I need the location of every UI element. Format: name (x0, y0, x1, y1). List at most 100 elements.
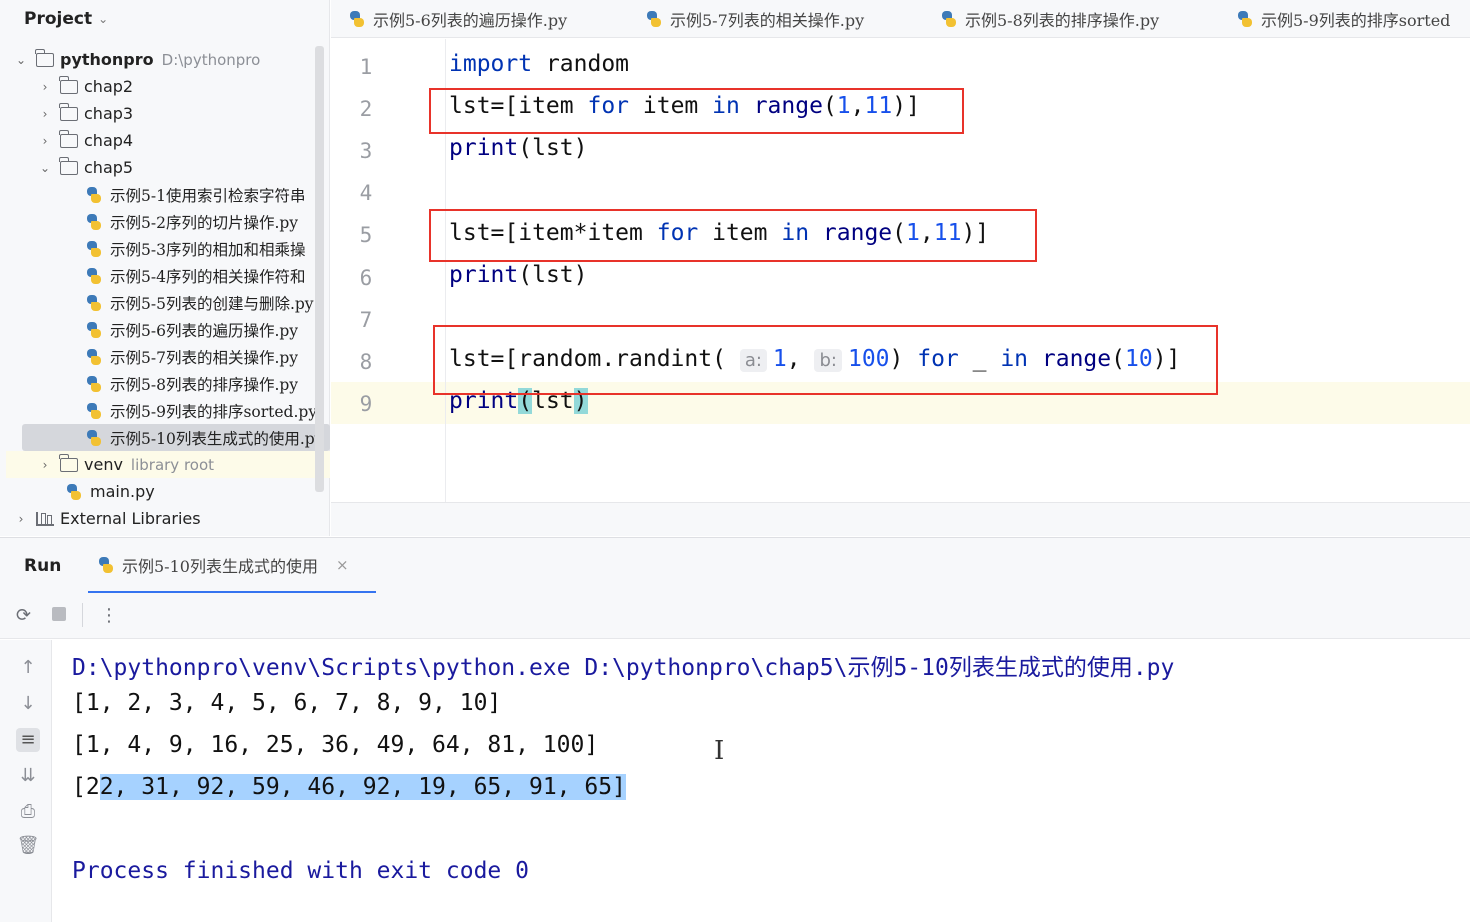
run-tool-window-header: Run 示例5-10列表生成式的使用 × (0, 537, 1470, 594)
tree-item-label: 示例5-10列表生成式的使用.py (110, 429, 324, 448)
tree-item-chap5[interactable]: ⌄ chap5 (6, 154, 330, 181)
rerun-icon[interactable]: ⟳ (16, 605, 31, 626)
tree-item-label: chap5 (84, 158, 134, 177)
tree-item-label: pythonpro (60, 50, 154, 69)
folder-icon (59, 156, 78, 175)
tree-item-chap4[interactable]: › chap4 (6, 127, 330, 154)
folder-icon (59, 129, 78, 148)
code-line-3: print(lst) (449, 135, 588, 161)
tab-label: 示例5-6列表的遍历操作.py (373, 11, 568, 30)
editor-tab[interactable]: 示例5-6列表的遍历操作.py (349, 0, 568, 37)
tab-label: 示例5-9列表的排序sorted (1261, 11, 1451, 30)
tab-label: 示例5-8列表的排序操作.py (965, 11, 1160, 30)
line-number: 3 (359, 139, 373, 163)
project-tree: ⌄ pythonpro D:\pythonpro › chap2 › chap3… (6, 46, 330, 536)
chevron-down-icon[interactable]: ⌄ (14, 53, 28, 67)
line-number: 5 (359, 223, 373, 247)
project-view-selector[interactable]: Project ⌄ (0, 0, 330, 38)
project-tool-window: Project ⌄ ⌄ pythonpro D:\pythonpro › cha… (0, 0, 330, 536)
editor-tab[interactable]: 示例5-7列表的相关操作.py (646, 0, 865, 37)
run-toolbar: ⟳ ⋮ (0, 593, 1470, 639)
tree-item-file[interactable]: 示例5-9列表的排序sorted.py (6, 397, 330, 424)
soft-wrap-icon[interactable]: ≡ (16, 728, 40, 752)
tree-item-label: chap2 (84, 77, 134, 96)
tab-label: 示例5-7列表的相关操作.py (670, 11, 865, 30)
editor-tab-bar: 示例5-6列表的遍历操作.py 示例5-7列表的相关操作.py 示例5-8列表的… (331, 0, 1470, 38)
chevron-right-icon[interactable]: › (38, 134, 52, 148)
console-command-line: D:\pythonpro\venv\Scripts\python.exe D:\… (72, 655, 1175, 681)
tree-item-chap3[interactable]: › chap3 (6, 100, 330, 127)
tree-item-label: 示例5-9列表的排序sorted.py (110, 402, 318, 421)
tree-item-pythonpro[interactable]: ⌄ pythonpro D:\pythonpro (6, 46, 330, 73)
chevron-down-icon[interactable]: ⌄ (38, 161, 52, 175)
tree-scrollbar[interactable] (315, 46, 324, 492)
python-file-icon (1237, 11, 1253, 27)
chevron-right-icon[interactable]: › (38, 107, 52, 121)
tree-item-file-selected[interactable]: 示例5-10列表生成式的使用.py (22, 424, 330, 451)
line-number: 1 (359, 55, 373, 79)
python-file-icon (86, 186, 102, 203)
tree-item-file[interactable]: 示例5-5列表的创建与删除.py (6, 289, 330, 316)
more-options-icon[interactable]: ⋮ (100, 605, 118, 626)
console-exit-line: Process finished with exit code 0 (72, 858, 529, 884)
python-file-icon (86, 321, 102, 338)
tree-item-label: 示例5-6列表的遍历操作.py (110, 321, 299, 340)
tree-item-label: venv (84, 455, 123, 474)
code-line-1: import random (449, 51, 630, 77)
chevron-right-icon[interactable]: › (38, 80, 52, 94)
tree-item-file[interactable]: 示例5-1使用索引检索字符串 (6, 181, 330, 208)
tree-item-file[interactable]: 示例5-2序列的切片操作.py (6, 208, 330, 235)
i-beam-cursor-icon: I (714, 736, 725, 766)
tree-item-file[interactable]: 示例5-3序列的相加和相乘操 (6, 235, 330, 262)
tree-item-file[interactable]: 示例5-6列表的遍历操作.py (6, 316, 330, 343)
python-file-icon (66, 483, 82, 500)
scroll-down-icon[interactable]: ↓ (16, 692, 40, 716)
python-file-icon (86, 348, 102, 365)
python-file-icon (98, 556, 114, 573)
tree-item-file[interactable]: 示例5-8列表的排序操作.py (6, 370, 330, 397)
code-editor[interactable]: 1 2 3 4 5 6 7 8 9 import random lst=[ite… (331, 39, 1470, 502)
print-icon[interactable]: ⎙ (16, 800, 40, 824)
trash-icon[interactable]: 🗑 (16, 834, 40, 858)
tree-item-external-libraries[interactable]: › External Libraries (6, 505, 330, 532)
python-file-icon (646, 11, 662, 27)
python-file-icon (86, 429, 102, 446)
tree-item-file[interactable]: 示例5-7列表的相关操作.py (6, 343, 330, 370)
editor-tab[interactable]: 示例5-8列表的排序操作.py (941, 0, 1160, 37)
run-config-tab[interactable]: 示例5-10列表生成式的使用 × (88, 538, 376, 594)
code-line-6: print(lst) (449, 262, 588, 288)
console-output-line: [22, 31, 92, 59, 46, 92, 19, 65, 91, 65] (72, 774, 626, 800)
close-icon[interactable]: × (336, 556, 349, 574)
run-title: Run (24, 556, 62, 576)
folder-icon (59, 453, 78, 472)
python-file-icon (86, 402, 102, 419)
run-tab-label: 示例5-10列表生成式的使用 (122, 556, 318, 576)
tree-item-file[interactable]: 示例5-4序列的相关操作符和 (6, 262, 330, 289)
chevron-right-icon[interactable]: › (14, 512, 28, 526)
line-number: 9 (359, 392, 373, 416)
annotation-box-line-5 (429, 209, 1037, 262)
tree-item-main-py[interactable]: main.py (6, 478, 330, 505)
run-console[interactable]: D:\pythonpro\venv\Scripts\python.exe D:\… (52, 640, 1470, 922)
tree-item-label: 示例5-5列表的创建与删除.py (110, 294, 314, 313)
python-file-icon (86, 240, 102, 257)
library-icon (36, 511, 54, 526)
project-title: Project (24, 9, 93, 29)
chevron-right-icon[interactable]: › (38, 458, 52, 472)
text-selection: 2, 31, 92, 59, 46, 92, 19, 65, 91, 65] (99, 774, 626, 800)
tree-item-venv[interactable]: › venv library root (6, 451, 330, 478)
python-file-icon (86, 267, 102, 284)
folder-icon (35, 48, 54, 67)
chevron-down-icon: ⌄ (98, 12, 109, 26)
tree-item-chap2[interactable]: › chap2 (6, 73, 330, 100)
scroll-to-end-icon[interactable]: ⇊ (16, 764, 40, 788)
folder-icon (59, 75, 78, 94)
scroll-up-icon[interactable]: ↑ (16, 656, 40, 680)
stop-icon[interactable] (52, 607, 66, 621)
line-number: 8 (359, 350, 373, 374)
python-file-icon (86, 294, 102, 311)
line-number: 6 (359, 266, 373, 290)
tree-item-label: main.py (90, 482, 155, 501)
editor-tab[interactable]: 示例5-9列表的排序sorted (1237, 0, 1451, 37)
toolbar-separator (82, 603, 83, 627)
